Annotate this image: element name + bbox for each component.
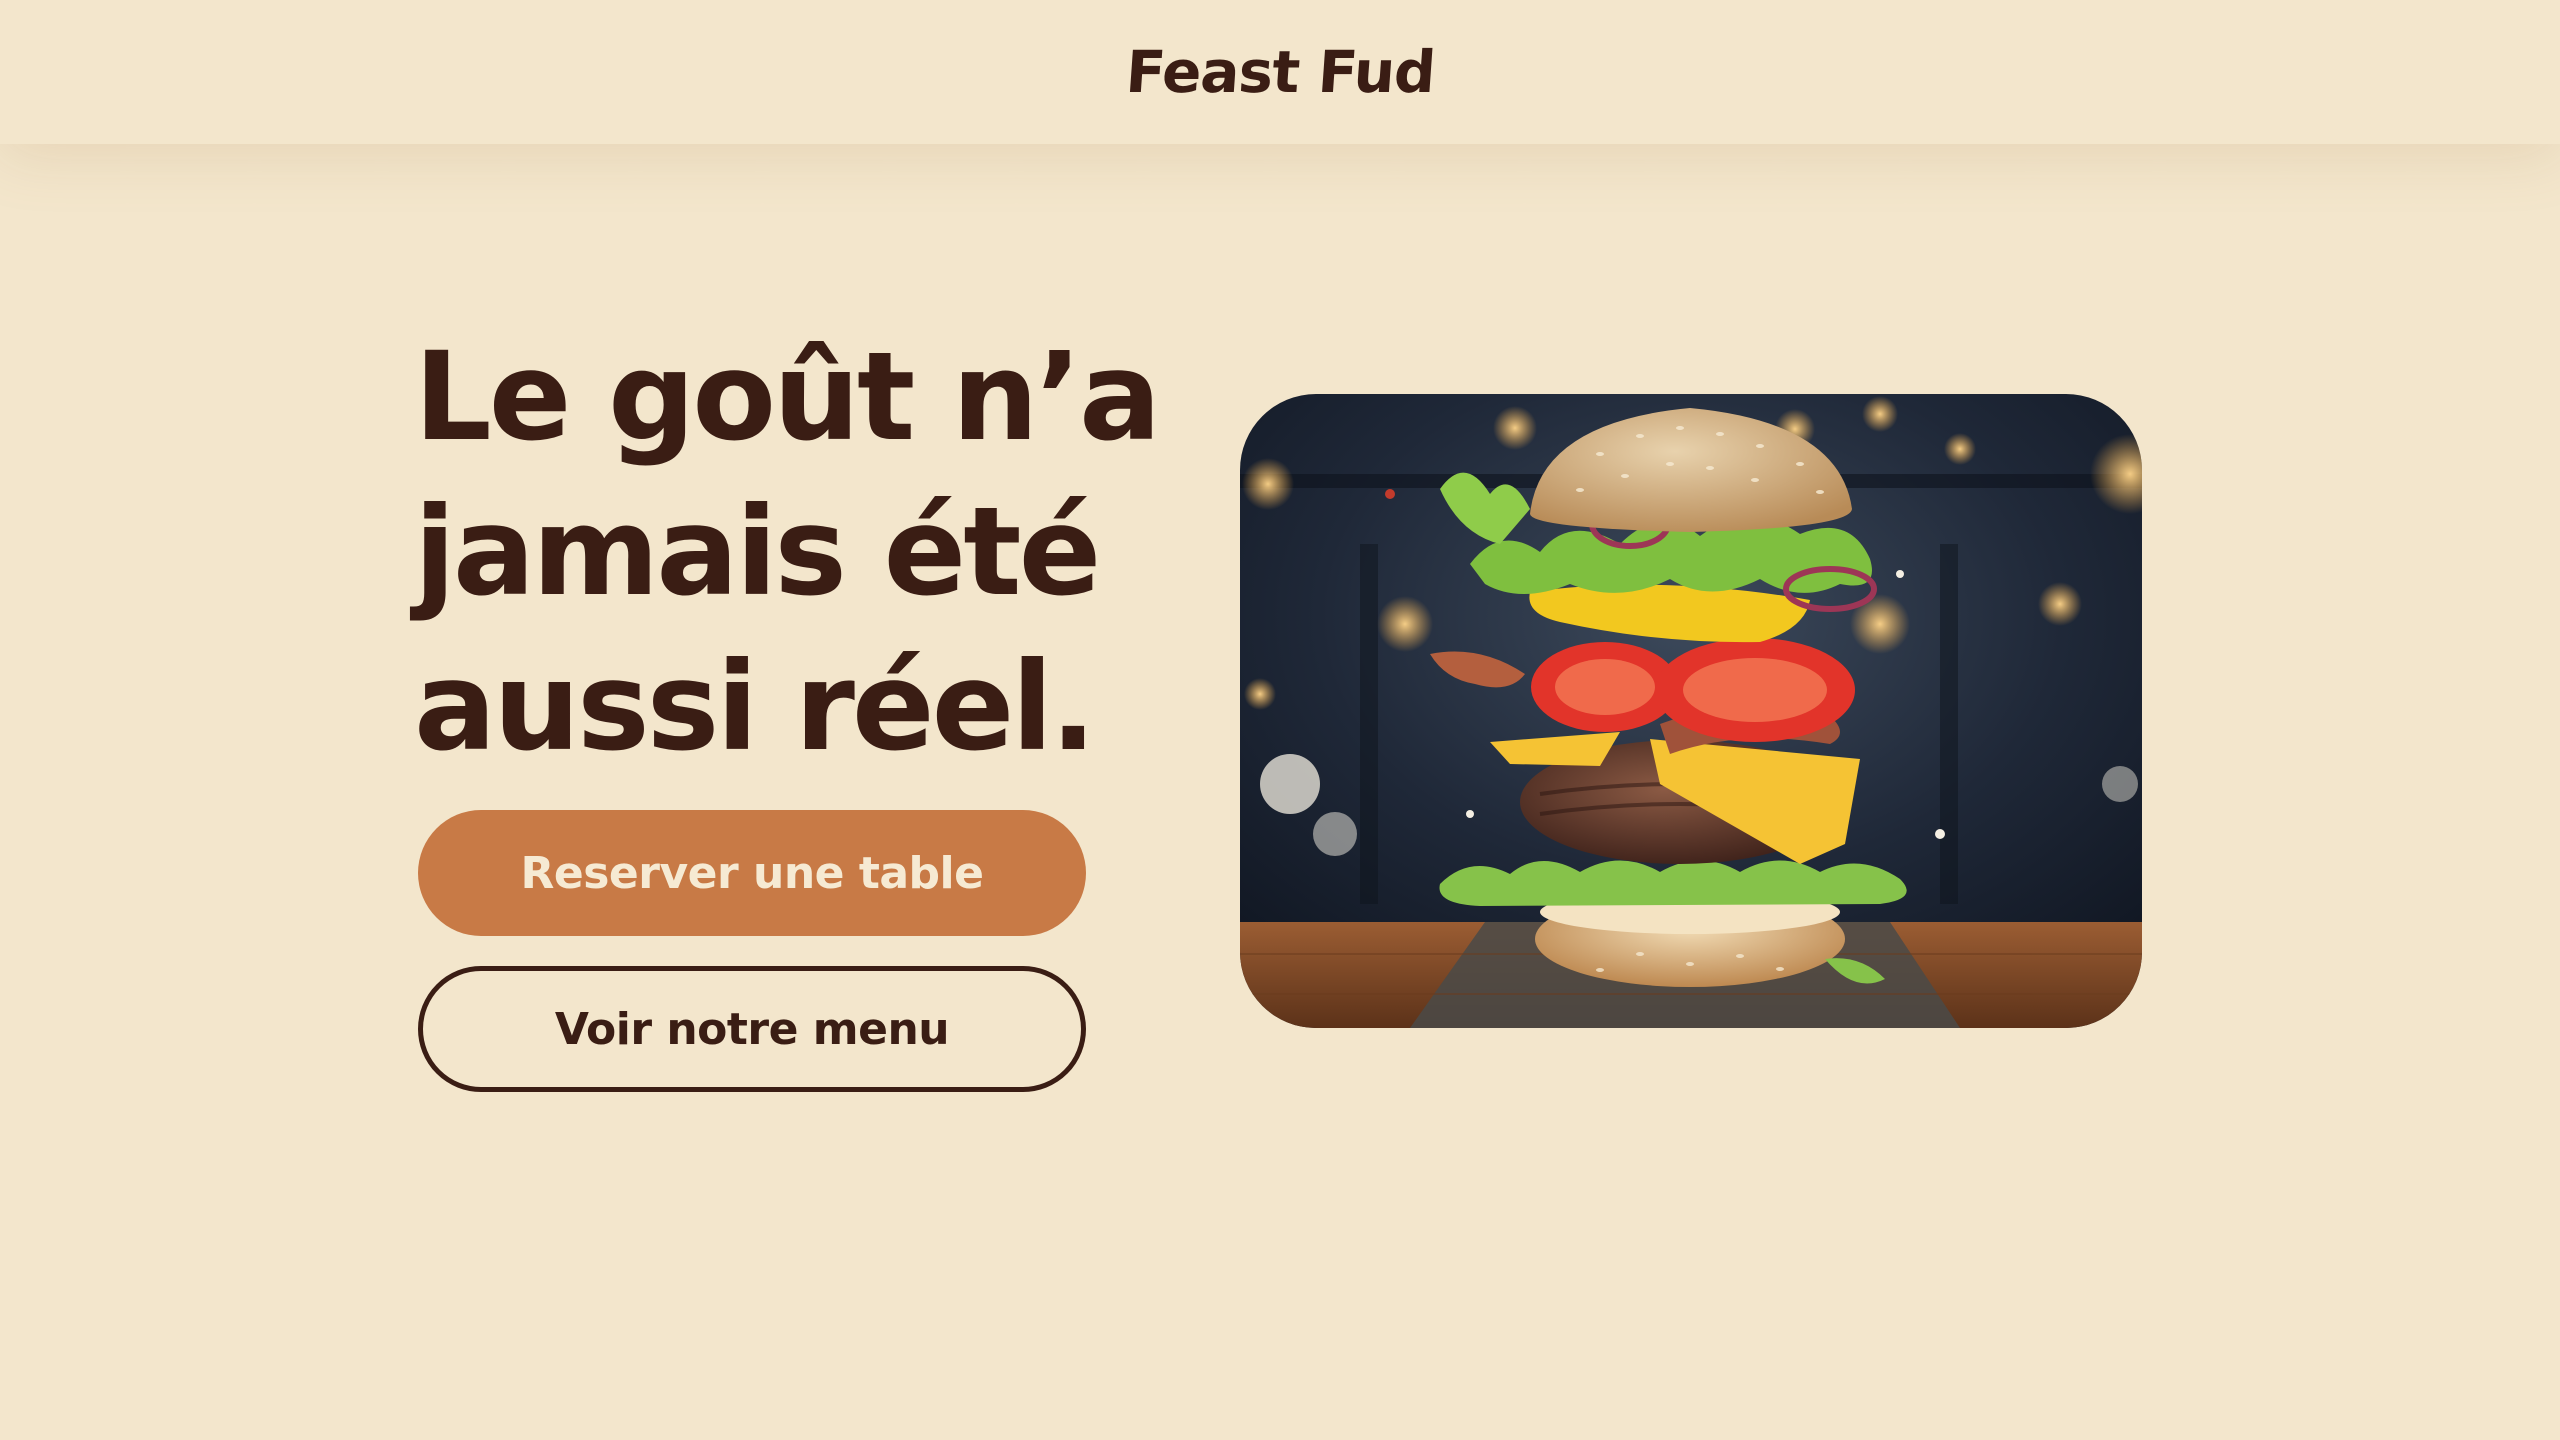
- burger-image: [1240, 394, 2142, 1028]
- brand-logo[interactable]: Feast Fud: [1123, 38, 1436, 106]
- hero-headline: Le goût n’a jamais été aussi réel.: [414, 326, 1161, 778]
- burger-photo-icon: [1240, 394, 2142, 1028]
- view-menu-button[interactable]: Voir notre menu: [418, 966, 1086, 1092]
- site-header: Feast Fud: [0, 0, 2560, 144]
- reserve-table-button[interactable]: Reserver une table: [418, 810, 1086, 936]
